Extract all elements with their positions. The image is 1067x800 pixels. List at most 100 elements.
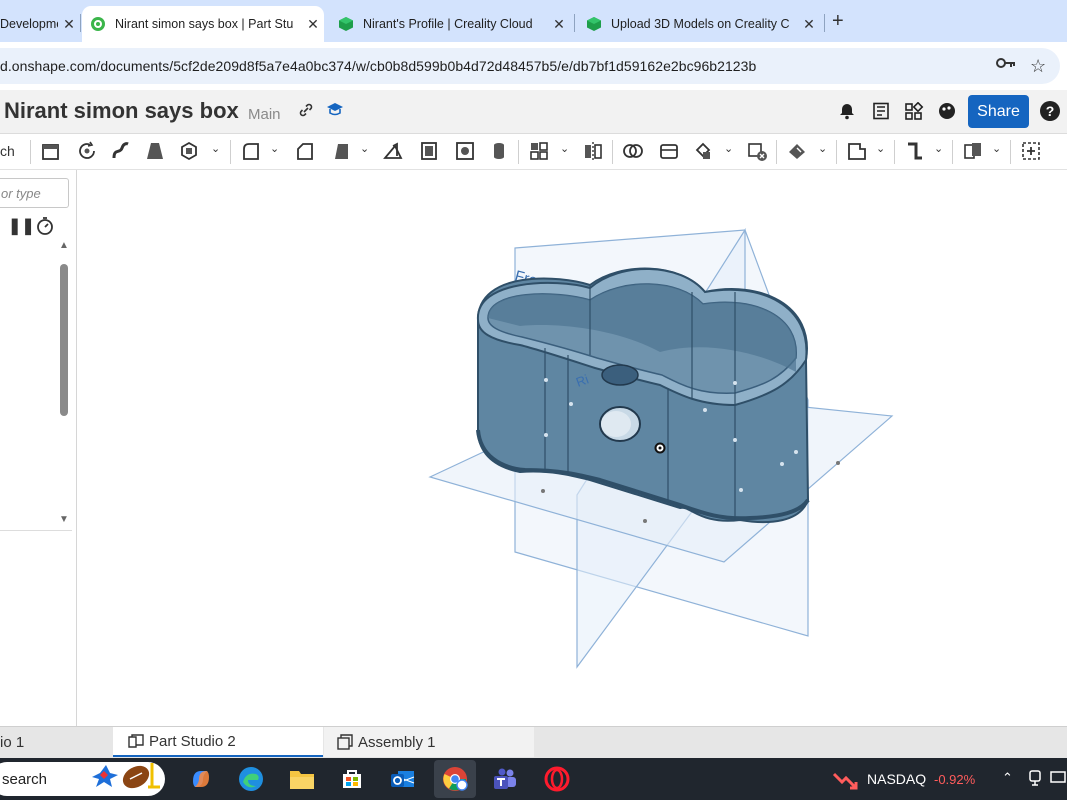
split-icon[interactable] — [658, 140, 680, 162]
panel-divider — [0, 530, 72, 531]
share-button[interactable]: Share — [968, 95, 1029, 128]
copilot-icon[interactable] — [186, 764, 216, 794]
fillet-icon[interactable] — [240, 140, 262, 162]
model-scene[interactable]: Front Ri — [78, 170, 1067, 726]
stopwatch-icon[interactable] — [36, 216, 54, 241]
hole-icon[interactable] — [454, 140, 476, 162]
tab-title: Nirant's Profile | Creality Cloud — [363, 17, 533, 31]
sheet-metal-icon[interactable] — [904, 140, 926, 162]
toolbar-separator — [30, 140, 31, 164]
network-icon[interactable] — [1050, 770, 1066, 787]
frames-icon[interactable] — [962, 140, 984, 162]
pattern-icon[interactable] — [528, 140, 550, 162]
element-tab[interactable]: io 1 — [0, 727, 112, 757]
top-notch-hole[interactable] — [601, 364, 639, 386]
chamfer-icon[interactable] — [294, 140, 316, 162]
link-icon[interactable] — [298, 102, 314, 122]
close-icon[interactable]: ✕ — [58, 16, 80, 33]
chevron-down-icon[interactable]: ⌄ — [724, 142, 733, 155]
pause-icon[interactable]: ❚❚ — [8, 216, 35, 236]
microsoft-store-icon[interactable] — [337, 764, 367, 794]
modify-fillet-icon[interactable] — [786, 140, 808, 162]
chevron-down-icon[interactable]: ⌄ — [992, 142, 1001, 155]
football-widget-icon[interactable] — [90, 760, 170, 790]
graphics-viewport[interactable]: Front Ri — [78, 170, 1067, 726]
loft-icon[interactable] — [144, 140, 166, 162]
opera-icon[interactable] — [542, 764, 572, 794]
sketch-button[interactable]: ch — [0, 143, 15, 159]
add-custom-feature-icon[interactable] — [1020, 140, 1042, 162]
toolbar-separator — [776, 140, 777, 164]
url-text[interactable]: d.onshape.com/documents/5cf2de209d8f5a7e… — [0, 58, 756, 74]
scroll-down-arrow-icon[interactable]: ▼ — [59, 514, 69, 525]
toolbar-separator — [230, 140, 231, 164]
plane-icon[interactable] — [846, 140, 868, 162]
feature-panel-scrollbar[interactable] — [60, 264, 68, 416]
cylinder-icon[interactable] — [488, 140, 510, 162]
tab-title: Developmen — [0, 17, 58, 31]
new-tab-icon[interactable]: + — [832, 10, 844, 33]
mirror-icon[interactable] — [582, 140, 604, 162]
stock-chart-icon[interactable] — [830, 766, 860, 796]
toolbar-separator — [612, 140, 613, 164]
properties-icon[interactable] — [872, 102, 890, 125]
toolbar-separator — [894, 140, 895, 164]
chevron-down-icon[interactable]: ⌄ — [934, 142, 943, 155]
teams-icon[interactable] — [490, 764, 520, 794]
close-icon[interactable]: ✕ — [302, 16, 324, 33]
side-round-hole-inner — [601, 411, 631, 437]
chevron-down-icon[interactable]: ⌄ — [876, 142, 885, 155]
transform-icon[interactable] — [692, 140, 714, 162]
draft-icon[interactable] — [330, 140, 352, 162]
outlook-icon[interactable] — [388, 764, 418, 794]
chevron-down-icon[interactable]: ⌄ — [211, 142, 220, 155]
file-explorer-icon[interactable] — [287, 764, 317, 794]
feature-filter-input[interactable]: or type — [0, 178, 69, 208]
rib-icon[interactable] — [382, 140, 404, 162]
stock-ticker-change: -0.92% — [934, 772, 976, 787]
help-icon[interactable]: ? — [1040, 101, 1060, 121]
chrome-icon[interactable] — [440, 764, 470, 794]
creality-favicon-icon — [587, 17, 601, 31]
tab-separator — [80, 14, 81, 32]
bookmark-star-icon[interactable]: ☆ — [1030, 56, 1046, 77]
close-icon[interactable]: ✕ — [798, 16, 820, 33]
toolbar-separator — [1010, 140, 1011, 164]
browser-tab-active[interactable]: Nirant simon says box | Part Stu ✕ — [82, 6, 324, 42]
render-studio-icon[interactable] — [938, 102, 956, 125]
sweep-icon[interactable] — [110, 140, 132, 162]
learning-center-icon[interactable] — [326, 101, 344, 122]
shell-icon[interactable] — [418, 140, 440, 162]
tab-separator — [824, 14, 825, 32]
browser-tab[interactable]: Developmen ✕ — [0, 6, 80, 42]
edge-browser-icon[interactable] — [236, 764, 266, 794]
element-tab-label: Assembly 1 — [358, 733, 436, 751]
thicken-icon[interactable] — [178, 140, 200, 162]
branch-label[interactable]: Main — [248, 106, 281, 123]
stock-ticker-name[interactable]: NASDAQ — [867, 771, 926, 787]
element-tab-label: Part Studio 2 — [149, 732, 236, 750]
meet-now-icon[interactable] — [1028, 770, 1042, 789]
extrude-icon[interactable] — [40, 140, 62, 162]
tab-title: Nirant simon says box | Part Stu — [115, 17, 294, 31]
tab-separator — [574, 14, 575, 32]
element-tab[interactable]: Assembly 1 — [324, 727, 534, 757]
app-store-icon[interactable] — [904, 101, 924, 125]
chevron-down-icon[interactable]: ⌄ — [270, 142, 279, 155]
chevron-down-icon[interactable]: ⌄ — [560, 142, 569, 155]
boolean-icon[interactable] — [622, 140, 644, 162]
browser-tab[interactable]: Upload 3D Models on Creality C ✕ — [578, 6, 820, 42]
scroll-up-arrow-icon[interactable]: ▲ — [59, 240, 69, 251]
password-key-icon[interactable] — [996, 56, 1016, 75]
notifications-bell-icon[interactable] — [838, 102, 856, 125]
close-icon[interactable]: ✕ — [548, 16, 570, 33]
feature-list-panel — [0, 170, 77, 726]
chevron-down-icon[interactable]: ⌄ — [360, 142, 369, 155]
chevron-down-icon[interactable]: ⌄ — [818, 142, 827, 155]
show-hidden-icons-chevron-up-icon[interactable]: ⌃ — [1002, 770, 1013, 786]
browser-tab[interactable]: Nirant's Profile | Creality Cloud ✕ — [330, 6, 570, 42]
revolve-icon[interactable] — [76, 140, 98, 162]
delete-part-icon[interactable] — [746, 140, 768, 162]
element-tab-active[interactable]: Part Studio 2 — [113, 727, 323, 757]
document-title[interactable]: Nirant simon says box — [4, 98, 239, 124]
